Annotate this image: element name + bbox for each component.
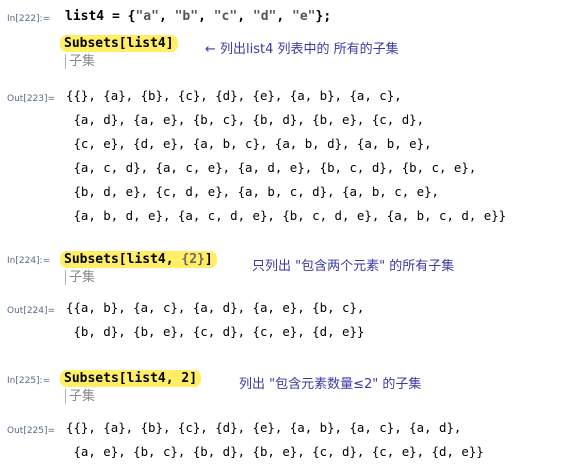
input-label-225: In[225]:= — [7, 376, 51, 386]
input-cell-222[interactable]: list4 = {"a", "b", "c", "d", "e"}; — [65, 9, 331, 24]
string-d: "d" — [252, 9, 277, 24]
autocomplete-hint-224[interactable]: 子集 — [65, 270, 95, 285]
output-cell-223: {{}, {a}, {b}, {c}, {d}, {e}, {a, b}, {a… — [66, 84, 506, 228]
autocomplete-hint-225[interactable]: 子集 — [65, 389, 95, 404]
output-line: {{}, {a}, {b}, {c}, {d}, {e}, {a, b}, {a… — [66, 420, 462, 435]
autocomplete-hint-223[interactable]: 子集 — [65, 54, 95, 69]
string-a: "a" — [135, 9, 159, 24]
annotation-224: 只列出 "包含两个元素" 的所有子集 — [252, 259, 455, 274]
output-cell-224: {{a, b}, {a, c}, {a, d}, {a, e}, {b, c},… — [66, 296, 364, 344]
output-line: {a, d}, {a, e}, {b, c}, {b, d}, {b, e}, … — [66, 112, 425, 127]
input-cell-224[interactable]: Subsets[list4, {2}] — [60, 251, 217, 268]
output-label-224: Out[224]= — [7, 306, 56, 316]
input-label-222: In[222]:= — [7, 14, 51, 24]
output-line: {{a, b}, {a, c}, {a, d}, {a, e}, {b, c}, — [66, 300, 365, 315]
output-line: {{}, {a}, {b}, {c}, {d}, {e}, {a, b}, {a… — [66, 88, 402, 103]
string-c: "c" — [213, 9, 238, 24]
variable-list4: list4 — [65, 9, 105, 24]
output-line: {a, e}, {b, c}, {b, d}, {b, e}, {c, d}, … — [66, 444, 484, 459]
input-cell-225[interactable]: Subsets[list4, 2] — [60, 370, 202, 387]
output-cell-225: {{}, {a}, {b}, {c}, {d}, {e}, {a, b}, {a… — [66, 416, 484, 464]
string-b: "b" — [174, 9, 199, 24]
output-line: {b, d}, {b, e}, {c, d}, {c, e}, {d, e}} — [66, 324, 365, 339]
list-argument: {2} — [181, 252, 205, 267]
output-line: {a, c, d}, {a, c, e}, {a, d, e}, {b, c, … — [66, 160, 477, 175]
annotation-223: ← 列出list4 列表中的 所有的子集 — [205, 42, 399, 57]
output-label-225: Out[225]= — [7, 426, 56, 436]
output-line: {b, d, e}, {c, d, e}, {a, b, c, d}, {a, … — [66, 184, 439, 199]
string-e: "e" — [292, 9, 316, 24]
output-label-223: Out[223]= — [7, 94, 56, 104]
input-label-224: In[224]:= — [7, 256, 51, 266]
annotation-225: 列出 "包含元素数量≤2" 的子集 — [239, 377, 422, 392]
output-line: {a, b, d, e}, {a, c, d, e}, {b, c, d, e}… — [66, 208, 507, 223]
input-cell-223[interactable]: Subsets[list4] — [60, 35, 178, 52]
output-line: {c, e}, {d, e}, {a, b, c}, {a, b, d}, {a… — [66, 136, 432, 151]
